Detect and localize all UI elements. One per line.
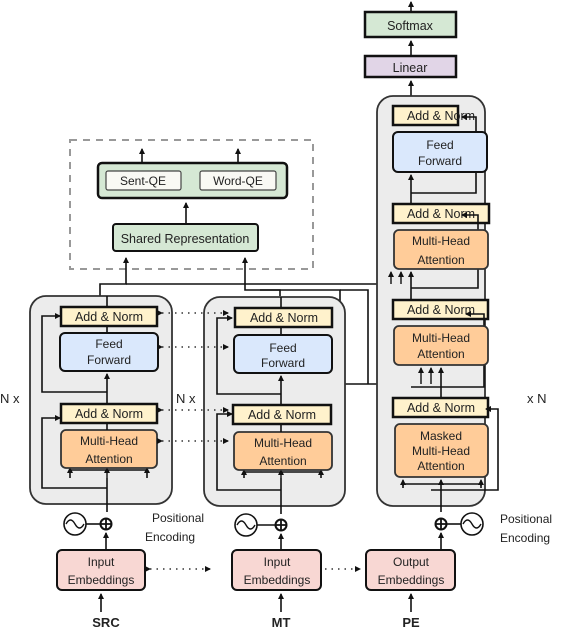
src-add-norm-bottom-label: Add & Norm <box>75 407 143 421</box>
decoder-ff-line2: Forward <box>418 154 462 168</box>
src-input-block: Input Embeddings SRC <box>56 512 146 628</box>
src-add-norm-top-label: Add & Norm <box>75 310 143 324</box>
encoder-src-stack: Multi-Head Attention Add & Norm Feed For… <box>29 295 173 512</box>
src-embedding-line2: Embeddings <box>68 573 135 587</box>
encoder-mt-stack: Multi-Head Attention Add & Norm Feed For… <box>203 296 346 514</box>
mt-attention-line1: Multi-Head <box>254 436 312 450</box>
decoder-add-norm-2-label: Add & Norm <box>407 207 475 221</box>
decoder-cross-attention-2-line1: Multi-Head <box>412 331 470 345</box>
decoder-add-norm-3-label: Add & Norm <box>407 303 475 317</box>
mt-ff-line1: Feed <box>269 341 296 355</box>
decoder-add-norm-4-label: Add & Norm <box>407 401 475 415</box>
decoder-repeat-label: x N <box>527 391 547 406</box>
mt-repeat-label: N x <box>176 391 196 406</box>
decoder-ff-line1: Feed <box>426 138 453 152</box>
decoder-cross-attention-line2: Attention <box>417 253 464 267</box>
positional-label-pe-1: Positional <box>500 512 552 526</box>
encoder-mt-container <box>203 296 346 507</box>
sent-qe-label: Sent-QE <box>120 174 166 188</box>
mt-input-block: Input Embeddings MT <box>231 513 322 628</box>
mt-embedding-line1: Input <box>264 555 291 569</box>
mt-ff-line2: Forward <box>261 356 305 370</box>
decoder-masked-line2: Multi-Head <box>412 444 470 458</box>
word-qe-label: Word-QE <box>213 174 263 188</box>
mt-add-norm-top-label: Add & Norm <box>250 311 318 325</box>
mt-attention-line2: Attention <box>259 454 306 468</box>
shared-representation-label: Shared Representation <box>121 232 250 246</box>
decoder-masked-line1: Masked <box>420 429 462 443</box>
qe-module: Sent-QE Word-QE Shared Representation <box>69 139 314 270</box>
pe-input-block: Output Embeddings PE <box>365 512 484 628</box>
src-ff-line2: Forward <box>87 353 131 367</box>
positional-label-pe-2: Encoding <box>500 531 550 545</box>
mt-add-norm-bottom-label: Add & Norm <box>248 408 316 422</box>
decoder-cross-attention-line1: Multi-Head <box>412 234 470 248</box>
pe-input-label: PE <box>402 615 420 628</box>
softmax-label: Softmax <box>387 19 434 33</box>
src-embedding-line1: Input <box>88 555 115 569</box>
decoder-stack: Softmax Linear Add & Norm Feed Forward A… <box>363 1 499 512</box>
positional-label-src-2: Encoding <box>145 530 195 544</box>
src-attention-line2: Attention <box>85 452 132 466</box>
mt-input-label: MT <box>272 615 291 628</box>
src-input-label: SRC <box>92 615 120 628</box>
pe-embedding-line1: Output <box>393 555 430 569</box>
src-repeat-label: N x <box>0 391 20 406</box>
linear-label: Linear <box>393 61 428 75</box>
decoder-add-norm-1-label: Add & Norm <box>407 109 475 123</box>
pe-embedding-line2: Embeddings <box>378 573 445 587</box>
src-attention-line1: Multi-Head <box>80 434 138 448</box>
mt-embedding-line2: Embeddings <box>244 573 311 587</box>
src-ff-line1: Feed <box>95 337 122 351</box>
positional-label-src-1: Positional <box>152 511 204 525</box>
decoder-cross-attention-2-line2: Attention <box>417 347 464 361</box>
decoder-masked-line3: Attention <box>417 459 464 473</box>
architecture-diagram: Sent-QE Word-QE Shared Representation Mu… <box>0 1 552 628</box>
